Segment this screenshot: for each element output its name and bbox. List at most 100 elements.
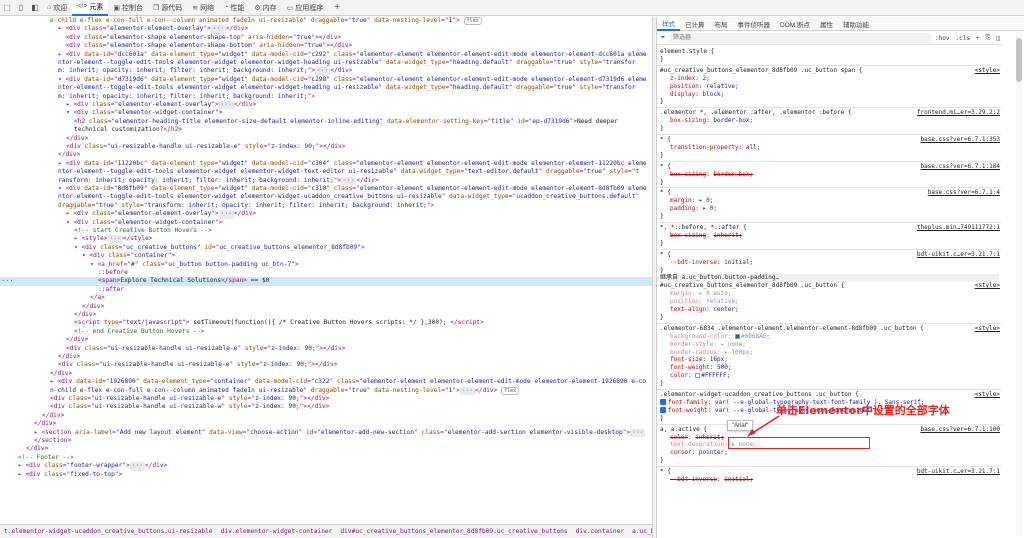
dom-node-line[interactable]: </div> xyxy=(0,336,652,344)
dom-node-line[interactable]: </div> xyxy=(0,412,652,420)
tab-0[interactable]: ⌂ 欢迎 xyxy=(42,0,72,16)
dom-node-line[interactable]: m: inherit; opacity: inherit; filter: in… xyxy=(0,93,652,101)
dom-node-line[interactable]: </div> xyxy=(0,311,652,319)
breadcrumb-item[interactable]: t.elementor-widget-ucaddon_creative_butt… xyxy=(0,525,217,538)
styles-scrollbar-track[interactable] xyxy=(1016,32,1022,536)
css-declaration[interactable]: margin: ▸ 0; xyxy=(660,197,1002,205)
dom-node-line[interactable]: ▾ <a href="#" class="uc_button button-pa… xyxy=(0,261,652,269)
css-selector[interactable]: element.style { xyxy=(660,48,1002,56)
dom-node-line[interactable]: <div class="elementor-shape elementor-sh… xyxy=(0,42,652,50)
css-declaration[interactable]: --bdt-inverse: initial; xyxy=(660,259,1002,267)
dom-node-line[interactable]: ▾ <div data-id="d7319d6" data-element_ty… xyxy=(0,76,652,84)
dom-node-line[interactable]: ::after xyxy=(0,286,652,294)
rule-source-link[interactable]: <style> xyxy=(975,325,1000,333)
dom-node-line[interactable]: ▾ <div class="elementor-widget-container… xyxy=(0,109,652,117)
toggle-element-state-icon[interactable]: ⎘ xyxy=(983,34,994,42)
dom-node-line[interactable]: ▾ <div class="uc_creative_buttons" id="u… xyxy=(0,244,652,252)
dom-node-line[interactable]: n-child e-flex e-con-full e-con--column … xyxy=(0,386,652,395)
new-rule-button[interactable]: + xyxy=(973,35,983,42)
dom-node-line[interactable]: <div class="ui-resizable-handle ui-resiz… xyxy=(0,143,652,151)
styles-subtab-4[interactable]: DOM 断点 xyxy=(775,17,815,31)
dom-node-line[interactable]: </div> xyxy=(0,353,652,361)
dom-node-line[interactable]: ▸ <div class="footer-wrapper"> ··· </div> xyxy=(0,462,652,471)
styles-subtab-6[interactable]: 辅助功能 xyxy=(838,17,874,31)
dom-node-line[interactable]: </div> xyxy=(0,135,652,143)
css-selector[interactable]: *, *::before, *::after {theplus.min…7491… xyxy=(660,224,1002,232)
breadcrumb-item[interactable]: div.container xyxy=(572,525,628,538)
more-tabs-icon[interactable]: + xyxy=(334,2,340,13)
declaration-checkbox[interactable] xyxy=(660,406,666,413)
dom-node-line[interactable]: <!-- end Creative Button Hovers --> xyxy=(0,328,652,336)
rule-source-link[interactable]: theplus.min…749111772:1 xyxy=(917,224,1000,232)
dom-node-line[interactable]: <h2 class="elementor-heading-title eleme… xyxy=(0,118,652,126)
css-declaration[interactable]: color: #FFFFFF; xyxy=(660,372,1002,380)
styles-filter-input[interactable]: 筛选器 xyxy=(669,33,933,43)
dom-node-line[interactable]: </a> xyxy=(0,294,652,302)
dom-node-line[interactable]: technical customization?</h2> xyxy=(0,126,652,134)
rule-source-link[interactable]: frontend.mi…er=3.29.2:2 xyxy=(917,109,1000,117)
breadcrumb-item[interactable]: div#uc_creative_buttons_elementor_8d8fb0… xyxy=(336,525,571,538)
dom-node-line[interactable]: ▸ <div class="fixed-to-top"> xyxy=(0,471,652,479)
dom-node-line[interactable]: </div> xyxy=(0,151,652,159)
elements-tree[interactable]: e-child e-flex e-con-full e-con--column … xyxy=(0,17,652,524)
rule-source-link[interactable]: bdt-uikit.c…er=3.21.7:1 xyxy=(917,468,1000,476)
rule-source-link[interactable]: base.css?ver=6.7.1:353 xyxy=(921,136,1000,144)
color-swatch[interactable] xyxy=(735,333,741,339)
styles-subtab-1[interactable]: 已计算 xyxy=(680,17,710,31)
css-declaration[interactable]: cursor: pointer; xyxy=(660,449,1002,457)
dom-node-line[interactable]: <div class="ui-resizable-handle ui-resiz… xyxy=(0,403,652,411)
tab-7[interactable]: ▭ 应用程序 xyxy=(282,0,329,16)
color-swatch[interactable] xyxy=(695,373,701,379)
tab-6[interactable]: ⚙ 内存 xyxy=(249,0,281,16)
dom-node-line[interactable]: ntor-element--toggle-edit-tools elemento… xyxy=(0,168,652,176)
tab-1[interactable]: </> 元素 xyxy=(72,0,109,16)
css-declaration[interactable]: text-align: center; xyxy=(660,306,1002,314)
dom-node-line[interactable]: <div class="ui-resizable-handle ui-resiz… xyxy=(0,345,652,353)
dom-node-line[interactable]: </div> xyxy=(0,420,652,428)
declaration-checkbox[interactable] xyxy=(660,398,666,405)
dom-node-line[interactable]: <div class="elementor-shape elementor-sh… xyxy=(0,34,652,42)
rule-source-link[interactable]: base.css?ver=6.7.1:4 xyxy=(928,189,1000,197)
styles-scrollbar-thumb[interactable] xyxy=(1016,38,1022,82)
css-declaration[interactable]: box-sizing: inherit; xyxy=(660,232,1002,240)
device-toolbar-icon[interactable]: ▯ xyxy=(14,1,28,15)
tab-2[interactable]: ▣ 控制台 xyxy=(108,0,148,16)
styles-subtab-2[interactable]: 布局 xyxy=(710,17,733,31)
dom-node-line[interactable]: <!-- start Creative Button Hovers --> xyxy=(0,227,652,235)
dom-node-line[interactable]: ntor-element--toggle-edit-tools elemento… xyxy=(0,193,652,201)
css-selector[interactable]: .elementor-widget-ucaddon_creative_butto… xyxy=(660,391,1002,399)
rule-source-link[interactable]: base.css?ver=6.7.1:100 xyxy=(921,426,1000,434)
css-selector[interactable]: * {bdt-uikit.c…er=3.21.7:1 xyxy=(660,468,1002,476)
rule-source-link[interactable]: <style> xyxy=(975,67,1000,75)
css-declaration[interactable]: display: block; xyxy=(660,91,1002,99)
breadcrumb-item[interactable]: div.elementor-widget-container xyxy=(217,525,337,538)
css-selector[interactable]: .elementor-6834 .elementor-element.eleme… xyxy=(660,325,1002,333)
node-options-icon[interactable]: ··· xyxy=(1,277,14,285)
dom-node-line[interactable]: m: inherit; opacity: inherit; filter: in… xyxy=(0,67,652,76)
dom-node-line[interactable]: <div class="ui-resizable-handle ui-resiz… xyxy=(0,395,652,403)
css-declaration[interactable]: box-sizing: border-box; xyxy=(660,117,1002,125)
dom-node-line[interactable]: ▸ <div data-id="11220bc" data-element_ty… xyxy=(0,160,652,168)
dom-node-line[interactable]: </div> xyxy=(0,370,652,378)
dom-node-line[interactable]: e-child e-flex e-con-full e-con--column … xyxy=(0,17,652,25)
css-selector[interactable]: * {base.css?ver=6.7.1:4 xyxy=(660,189,1002,197)
css-declaration[interactable]: transition-property: all; xyxy=(660,144,1002,152)
dom-node-selected[interactable]: <span>Explore Technical Solutions</span>… xyxy=(0,277,652,286)
cls-button[interactable]: .cls xyxy=(952,35,972,42)
styles-subtab-5[interactable]: 属性 xyxy=(815,17,838,31)
tab-4[interactable]: ≋ 网络 xyxy=(187,0,219,16)
css-selector[interactable]: * {base.css?ver=6.7.1:353 xyxy=(660,136,1002,144)
dom-node-line[interactable]: </div> xyxy=(0,303,652,311)
dom-node-line[interactable]: ransform: inherit; opacity: inherit; fil… xyxy=(0,176,652,185)
css-selector[interactable]: #uc_creative_buttons_elementor_8d8fb09 .… xyxy=(660,282,1002,290)
css-selector[interactable]: .elementor *, .elementor :after, .elemen… xyxy=(660,109,1002,117)
css-selector[interactable]: a, a:active {base.css?ver=6.7.1:100 xyxy=(660,426,1002,434)
css-selector[interactable]: * {base.css?ver=6.7.1:184 xyxy=(660,163,1002,171)
css-declaration[interactable]: position: relative; xyxy=(660,83,1002,91)
css-declaration[interactable]: --bdt-inverse: initial; xyxy=(660,476,1002,484)
dom-node-line[interactable]: ▸ <div data-id="1926890" data-element_ty… xyxy=(0,378,652,386)
rule-source-link[interactable]: base.css?ver=6.7.1:184 xyxy=(921,163,1000,171)
css-declaration[interactable]: box-sizing: border-box; xyxy=(660,171,1002,179)
css-declaration[interactable]: border-style: ▸ none; xyxy=(660,341,1002,349)
styles-subtab-0[interactable]: 样式 xyxy=(657,17,680,31)
